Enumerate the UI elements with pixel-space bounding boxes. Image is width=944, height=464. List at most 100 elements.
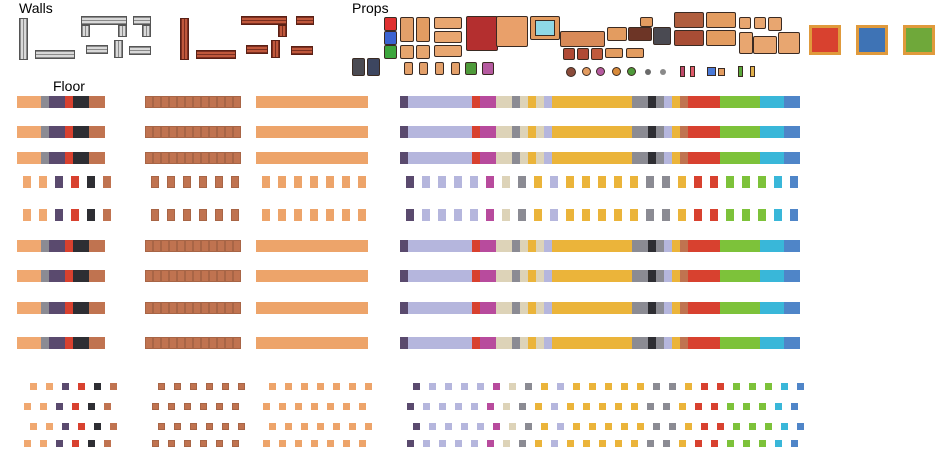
small-cabinet[interactable] — [416, 45, 430, 59]
floor-tile[interactable] — [552, 302, 560, 314]
floor-tile[interactable] — [672, 302, 680, 314]
floor-tile[interactable] — [413, 383, 420, 390]
floor-tile[interactable] — [201, 96, 209, 108]
floor-tile[interactable] — [720, 302, 728, 314]
floor-tile[interactable] — [488, 152, 496, 164]
wall-brick-piece[interactable] — [291, 46, 313, 55]
floor-tile[interactable] — [169, 337, 177, 349]
floor-tile[interactable] — [406, 176, 414, 188]
floor-tile[interactable] — [57, 240, 65, 252]
floor-tile[interactable] — [201, 126, 209, 138]
floor-tile[interactable] — [488, 240, 496, 252]
floor-tile[interactable] — [408, 337, 416, 349]
floor-tile[interactable] — [360, 96, 368, 108]
floor-tile[interactable] — [701, 383, 708, 390]
floor-tile[interactable] — [504, 302, 512, 314]
floor-tile[interactable] — [616, 96, 624, 108]
floor-tile[interactable] — [552, 152, 560, 164]
floor-tile[interactable] — [560, 270, 568, 282]
floor-tile[interactable] — [193, 152, 201, 164]
floor-tile[interactable] — [648, 270, 656, 282]
floor-tile[interactable] — [177, 270, 185, 282]
floor-tile[interactable] — [328, 337, 336, 349]
floor-tile[interactable] — [440, 96, 448, 108]
floor-tile[interactable] — [294, 209, 302, 221]
floor-tile[interactable] — [464, 96, 472, 108]
floor-tile[interactable] — [217, 152, 225, 164]
floor-tile[interactable] — [566, 176, 574, 188]
red-armchair-set[interactable] — [466, 16, 498, 51]
floor-tile[interactable] — [304, 96, 312, 108]
floor-tile[interactable] — [632, 96, 640, 108]
sectional-piece[interactable] — [739, 17, 751, 29]
floor-tile[interactable] — [752, 302, 760, 314]
floor-tile[interactable] — [472, 126, 480, 138]
floor-tile[interactable] — [416, 270, 424, 282]
floor-tile[interactable] — [576, 337, 584, 349]
wall-grey-vertical[interactable] — [19, 18, 28, 60]
floor-tile[interactable] — [344, 302, 352, 314]
floor-tile[interactable] — [264, 302, 272, 314]
floor-tile[interactable] — [480, 302, 488, 314]
floor-tile[interactable] — [359, 403, 366, 410]
floor-tile[interactable] — [584, 96, 592, 108]
floor-tile[interactable] — [439, 403, 446, 410]
floor-tile[interactable] — [209, 96, 217, 108]
floor-tile[interactable] — [792, 152, 800, 164]
floor-tile[interactable] — [704, 96, 712, 108]
floor-tile[interactable] — [464, 126, 472, 138]
floor-tile[interactable] — [512, 337, 520, 349]
floor-tile[interactable] — [216, 440, 223, 447]
floor-tile[interactable] — [360, 126, 368, 138]
floor-tile[interactable] — [288, 152, 296, 164]
floor-tile[interactable] — [262, 209, 270, 221]
floor-tile[interactable] — [285, 383, 292, 390]
floor-tile[interactable] — [552, 337, 560, 349]
floor-tile[interactable] — [272, 240, 280, 252]
floor-tile[interactable] — [631, 403, 638, 410]
floor-tile[interactable] — [664, 126, 672, 138]
floor-tile[interactable] — [217, 126, 225, 138]
floor-tile[interactable] — [448, 337, 456, 349]
floor-tile[interactable] — [576, 302, 584, 314]
floor-tile[interactable] — [65, 270, 73, 282]
floor-tile[interactable] — [621, 423, 628, 430]
floor-tile[interactable] — [57, 270, 65, 282]
floor-tile[interactable] — [263, 403, 270, 410]
floor-tile[interactable] — [312, 270, 320, 282]
floor-tile[interactable] — [535, 440, 542, 447]
floor-tile[interactable] — [680, 240, 688, 252]
floor-tile[interactable] — [551, 440, 558, 447]
floor-tile[interactable] — [784, 270, 792, 282]
floor-tile[interactable] — [222, 383, 229, 390]
floor-tile[interactable] — [41, 337, 49, 349]
plant[interactable] — [627, 67, 636, 76]
floor-tile[interactable] — [544, 152, 552, 164]
floor-tile[interactable] — [97, 96, 105, 108]
floor-tile[interactable] — [320, 126, 328, 138]
floor-tile[interactable] — [592, 126, 600, 138]
floor-tile[interactable] — [456, 302, 464, 314]
floor-tile[interactable] — [560, 302, 568, 314]
floor-tile[interactable] — [726, 176, 734, 188]
floor-tile[interactable] — [528, 302, 536, 314]
floor-tile[interactable] — [217, 270, 225, 282]
floor-tile[interactable] — [632, 302, 640, 314]
sectional-seat[interactable] — [753, 36, 777, 54]
floor-tile[interactable] — [440, 270, 448, 282]
floor-tile[interactable] — [621, 383, 628, 390]
floor-tile[interactable] — [541, 383, 548, 390]
chair[interactable] — [404, 62, 413, 75]
floor-tile[interactable] — [616, 337, 624, 349]
floor-tile[interactable] — [472, 302, 480, 314]
floor-tile[interactable] — [49, 152, 57, 164]
floor-tile[interactable] — [352, 270, 360, 282]
floor-tile[interactable] — [776, 337, 784, 349]
floor-tile[interactable] — [161, 270, 169, 282]
floor-tile[interactable] — [790, 209, 798, 221]
floor-tile[interactable] — [312, 302, 320, 314]
wall-grey-piece[interactable] — [86, 45, 108, 54]
floor-tile[interactable] — [752, 270, 760, 282]
floor-tile[interactable] — [600, 96, 608, 108]
floor-tile[interactable] — [432, 302, 440, 314]
